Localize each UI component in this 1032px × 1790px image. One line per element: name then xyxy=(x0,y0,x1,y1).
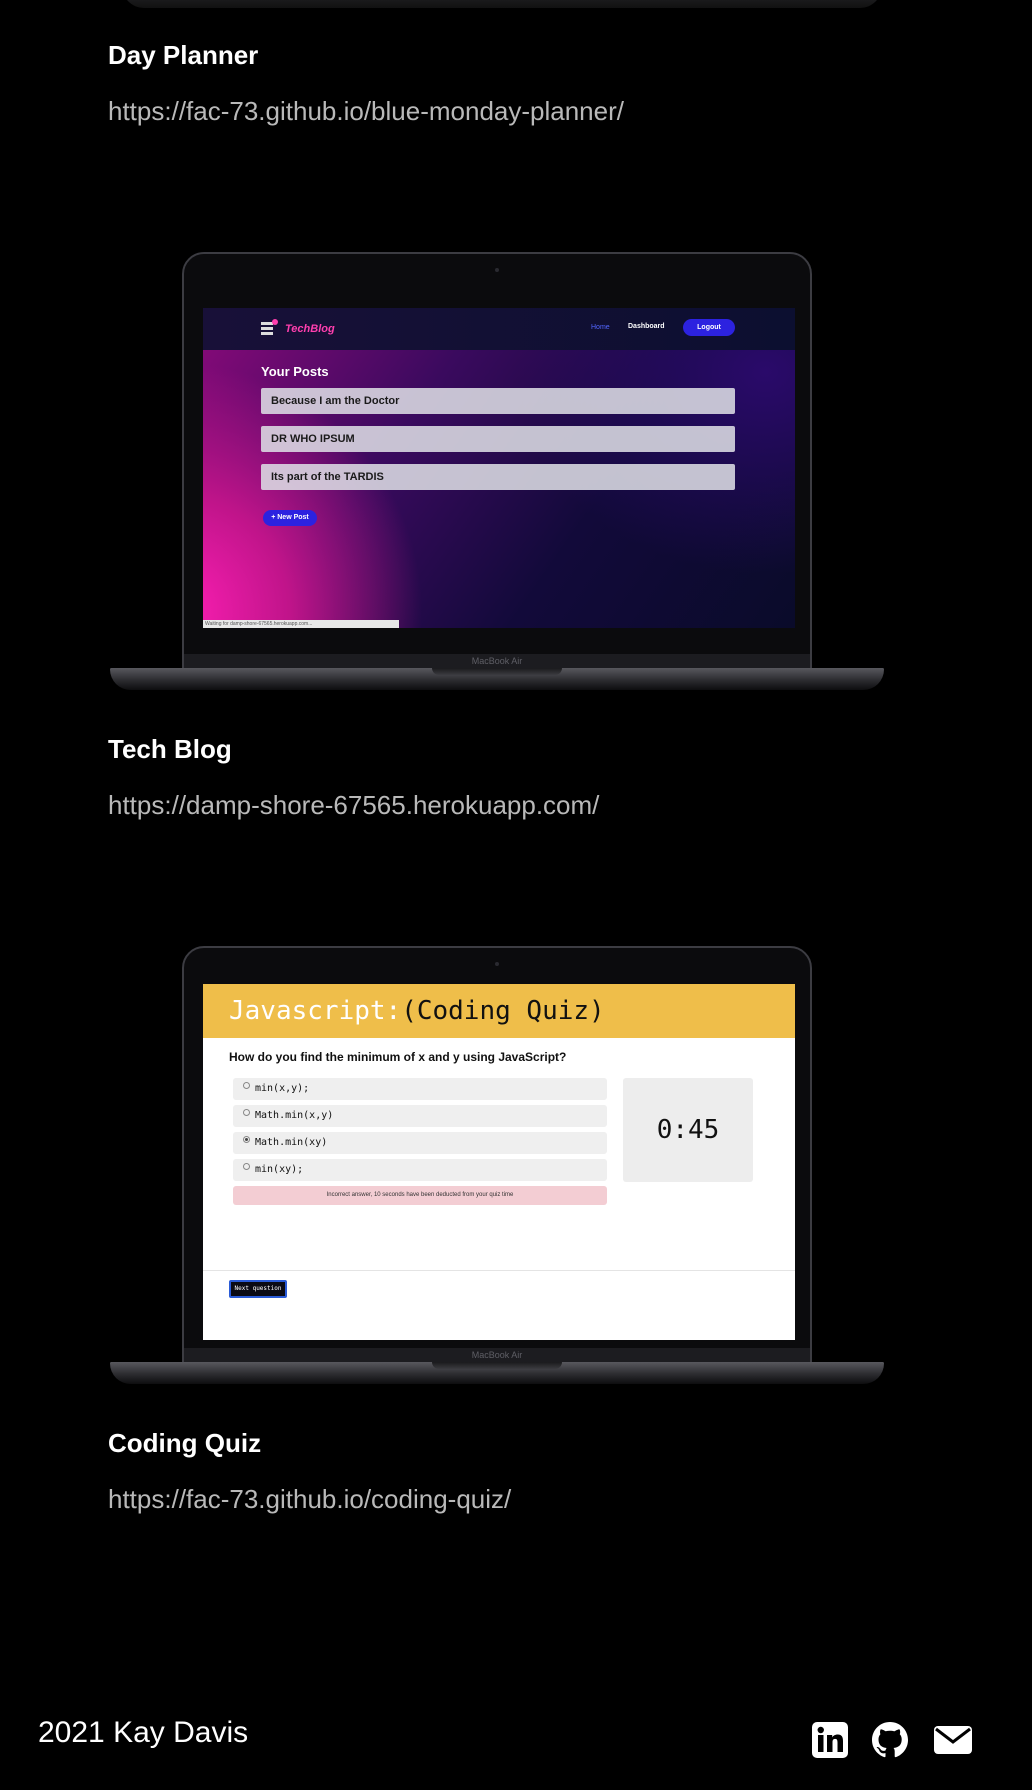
quiz-timer: 0:45 xyxy=(623,1078,753,1182)
nav-logout: Logout xyxy=(683,319,735,336)
quiz-feedback: Incorrect answer, 10 seconds have been d… xyxy=(233,1186,607,1205)
envelope-icon[interactable] xyxy=(932,1720,972,1760)
quiz-divider xyxy=(203,1270,795,1271)
device-label: MacBook Air xyxy=(184,654,810,668)
coding-quiz-screen: Javascript:(Coding Quiz) How do you find… xyxy=(203,984,795,1340)
quiz-option: Math.min(xy) xyxy=(233,1132,607,1154)
footer-copyright: 2021 Kay Davis xyxy=(38,1716,249,1749)
project-link-tech-blog[interactable]: https://damp-shore-67565.herokuapp.com/ xyxy=(108,790,599,821)
browser-status-bar: Waiting for damp-shore-67565.herokuapp.c… xyxy=(203,620,399,628)
post-item: Its part of the TARDIS xyxy=(261,464,735,490)
github-icon[interactable] xyxy=(870,1720,910,1760)
nav-dashboard: Dashboard xyxy=(628,323,665,330)
tech-blog-navbar: TechBlog Home Dashboard Logout xyxy=(203,308,795,350)
laptop-base xyxy=(110,668,884,690)
nav-home: Home xyxy=(591,324,610,331)
linkedin-icon[interactable] xyxy=(810,1720,850,1760)
project-link-coding-quiz[interactable]: https://fac-73.github.io/coding-quiz/ xyxy=(108,1484,511,1515)
project-title-day-planner: Day Planner xyxy=(108,40,259,70)
quiz-question: How do you find the minimum of x and y u… xyxy=(229,1050,567,1064)
project-title-coding-quiz: Coding Quiz xyxy=(108,1428,262,1458)
your-posts-heading: Your Posts xyxy=(261,364,329,379)
project-screenshot-tech-blog[interactable]: TechBlog Home Dashboard Logout Your Post… xyxy=(110,252,884,702)
camera-icon xyxy=(495,268,499,272)
laptop-lid: Javascript:(Coding Quiz) How do you find… xyxy=(182,946,812,1364)
project-screenshot-coding-quiz[interactable]: Javascript:(Coding Quiz) How do you find… xyxy=(110,946,884,1396)
post-item: Because I am the Doctor xyxy=(261,388,735,414)
post-item: DR WHO IPSUM xyxy=(261,426,735,452)
laptop-base xyxy=(110,1362,884,1384)
project-link-day-planner[interactable]: https://fac-73.github.io/blue-monday-pla… xyxy=(108,96,624,127)
quiz-option: Math.min(x,y) xyxy=(233,1105,607,1127)
quiz-option: min(xy); xyxy=(233,1159,607,1181)
quiz-option: min(x,y); xyxy=(233,1078,607,1100)
laptop-base-partial xyxy=(122,0,882,8)
laptop-lid: TechBlog Home Dashboard Logout Your Post… xyxy=(182,252,812,670)
tech-blog-screen: TechBlog Home Dashboard Logout Your Post… xyxy=(203,308,795,628)
tech-blog-logo: TechBlog xyxy=(285,323,335,335)
project-title-tech-blog: Tech Blog xyxy=(108,734,232,764)
notification-dot xyxy=(272,319,278,325)
device-label: MacBook Air xyxy=(184,1348,810,1362)
quiz-header: Javascript:(Coding Quiz) xyxy=(203,984,795,1038)
camera-icon xyxy=(495,962,499,966)
next-question-button: Next question xyxy=(229,1280,287,1298)
new-post-button: + New Post xyxy=(263,510,317,526)
